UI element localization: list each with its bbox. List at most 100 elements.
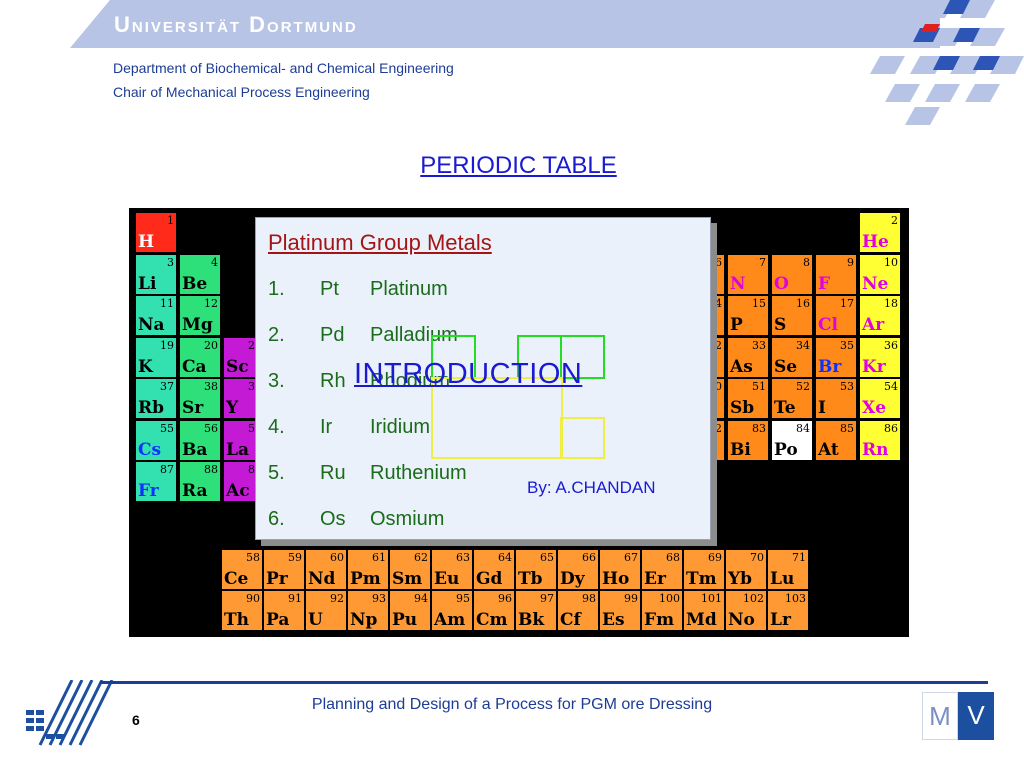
element-symbol: As [730,356,753,377]
element-symbol: Te [774,398,796,418]
element-symbol: Eu [434,569,460,589]
atomic-number: 4 [211,255,218,269]
element-cell: 15 P [727,295,769,336]
element-symbol: Es [602,610,625,630]
element-symbol: Ar [862,315,885,335]
pgm-item-name: Osmium [370,508,445,530]
element-symbol: Cs [138,439,162,460]
atomic-number: 101 [701,592,722,605]
element-symbol: I [818,398,826,418]
atomic-number: 68 [666,551,680,564]
element-symbol: Y [226,398,239,418]
element-cell: 7N [727,253,769,295]
element-symbol: Pr [266,569,288,589]
atomic-number: 20 [204,338,218,352]
atomic-number: 60 [330,551,344,564]
pgm-item-number: 3. [268,370,285,392]
element-symbol: He [862,232,889,252]
element-symbol: U [308,610,323,630]
atomic-number: 10 [884,255,898,269]
element-cell: 86 Rn [859,419,901,461]
element-cell: 37 Rb [135,378,177,419]
mv-logo: M V [922,692,994,742]
element-symbol: Sb [730,398,755,418]
pgm-box-title: Platinum Group Metals [268,230,492,255]
atomic-number: 95 [456,592,470,605]
footer-title: Planning and Design of a Process for PGM… [311,696,713,713]
chair-name: Chair of Mechanical Process Engineering [113,84,370,100]
atomic-number: 33 [752,338,766,352]
element-cell: 61 Pm [347,549,389,590]
element-cell: 62 Sm [389,549,431,590]
atomic-number: 55 [160,421,174,435]
atomic-number: 53 [840,380,854,393]
atomic-number: 86 [884,421,898,435]
atomic-number: 63 [456,551,470,564]
atomic-number: 54 [884,380,898,393]
atomic-number: 93 [372,592,386,605]
atomic-number: 6 [715,255,722,269]
element-symbol: Nd [308,569,336,589]
element-cell: 97 Bk [515,590,557,631]
element-symbol: Sm [392,569,423,589]
element-cell: 8O [771,253,813,295]
element-cell: 70 Yb [725,549,767,590]
element-symbol: Ho [602,569,630,589]
element-symbol: F [818,273,831,294]
pgm-item-name: Platinum [370,278,448,300]
pgm-item-symbol: Os [320,508,346,530]
element-symbol: Se [774,356,798,377]
atomic-number: 100 [659,592,680,605]
intro-overlay-title: INTRODUCTION [354,358,583,390]
atomic-number: 88 [204,463,218,476]
element-symbol: N [730,273,746,294]
element-symbol: Sc [226,356,249,377]
element-symbol: Tb [518,569,543,589]
atomic-number: 97 [540,592,554,605]
element-cell: 54 Xe [859,378,901,419]
element-symbol: Ra [182,481,208,501]
footer-logo-pattern-icon [26,680,114,746]
atomic-number: 90 [246,592,260,605]
atomic-number: 56 [204,421,218,435]
element-cell: 35 Br [815,336,857,378]
element-cell: 63 Eu [431,549,473,590]
pgm-list-item: 1. Pt Platinum [268,278,448,301]
element-cell: 20 Ca [179,336,221,378]
atomic-number: 65 [540,551,554,564]
element-symbol: Be [182,273,208,294]
footer-divider [100,681,988,684]
atomic-number: 91 [288,592,302,605]
element-cell: 102 No [725,590,767,631]
element-symbol: At [818,439,839,460]
atomic-number: 12 [204,297,218,310]
atomic-number: 70 [750,551,764,564]
element-cell: 51 Sb [727,378,769,419]
pgm-item-number: 6. [268,508,285,530]
element-cell: 1H [135,212,177,253]
atomic-number: 62 [414,551,428,564]
element-symbol: Ce [224,569,249,589]
element-cell: 85 At [815,419,857,461]
element-cell: 65 Tb [515,549,557,590]
element-symbol: Tm [686,569,717,589]
element-cell: 71 Lu [767,549,809,590]
element-cell: 66 Dy [557,549,599,590]
mv-logo-right: V [958,692,994,740]
element-symbol: Ne [862,273,889,294]
atomic-number: 17 [840,297,854,310]
atomic-number: 7 [759,255,766,269]
element-cell: 94 Pu [389,590,431,631]
pgm-item-number: 4. [268,416,285,438]
element-cell: 91 Pa [263,590,305,631]
university-name: Universität Dortmund [114,12,358,37]
atomic-number: 37 [160,380,174,393]
atomic-number: 8 [803,255,810,269]
element-symbol: S [774,315,787,335]
element-symbol: Fr [138,481,159,501]
element-symbol: Np [350,610,378,630]
element-cell: 93 Np [347,590,389,631]
element-cell: 84 Po [771,419,813,461]
mv-logo-left: M [922,692,958,740]
element-symbol: Dy [560,569,585,589]
